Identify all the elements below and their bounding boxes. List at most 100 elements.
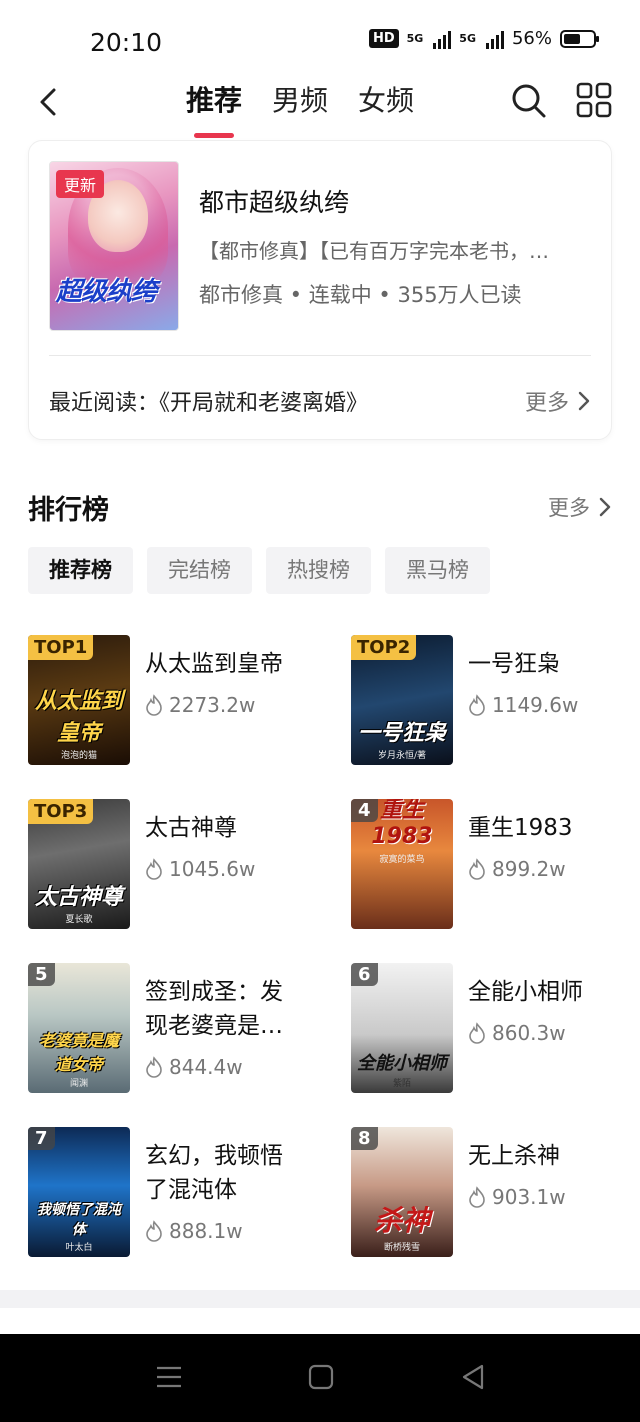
search-button[interactable] bbox=[510, 82, 548, 120]
recent-reading-link[interactable]: 最近阅读：《开局就和老婆离婚》 bbox=[49, 385, 368, 417]
flame-icon bbox=[146, 1220, 162, 1242]
cover-author-art: 夏长歌 bbox=[65, 915, 93, 925]
rank-badge: 5 bbox=[28, 963, 55, 986]
cover-author-art: 泡泡的猫 bbox=[60, 751, 97, 761]
heat-value: 888.1w bbox=[169, 1219, 243, 1243]
ranking-item[interactable]: 5 老婆竟是魔道女帝 闻渊 签到成圣：发现老婆竟是… 844.4w bbox=[28, 963, 328, 1093]
cover-author-art: 断桥残雪 bbox=[383, 1243, 420, 1253]
book-name[interactable]: 全能小相师 bbox=[468, 975, 628, 1009]
book-name[interactable]: 太古神尊 bbox=[145, 811, 305, 845]
tab-male[interactable]: 男频 bbox=[272, 82, 328, 132]
section-divider bbox=[0, 1290, 640, 1308]
flame-icon bbox=[469, 1186, 485, 1208]
back-button[interactable] bbox=[30, 82, 70, 122]
divider bbox=[49, 355, 591, 356]
network-type-2: 5G bbox=[459, 32, 476, 45]
top-navbar: 推荐 男频 女频 bbox=[0, 74, 640, 140]
flame-icon bbox=[146, 858, 162, 880]
signal-icon bbox=[485, 29, 504, 49]
continue-reading-card[interactable]: 更新 超级纨绔 都市超级纨绔 【都市修真】【已有百万字完本老书，… 都市修真 •… bbox=[28, 140, 612, 440]
book-name[interactable]: 重生1983 bbox=[468, 811, 628, 845]
recent-more-button[interactable]: 更多 bbox=[525, 385, 591, 417]
ranking-item[interactable]: TOP3 太古神尊 夏长歌 太古神尊 1045.6w bbox=[28, 799, 328, 929]
book-cover[interactable]: 6 全能小相师 紫陌 bbox=[351, 963, 453, 1093]
book-heat: 899.2w bbox=[468, 857, 566, 881]
book-name[interactable]: 从太监到皇帝 bbox=[145, 647, 305, 681]
book-name[interactable]: 无上杀神 bbox=[468, 1139, 628, 1173]
recent-apps-button[interactable] bbox=[154, 1362, 184, 1392]
home-square-icon bbox=[308, 1364, 334, 1390]
book-cover[interactable]: 7 我顿悟了混沌体 叶太白 bbox=[28, 1127, 130, 1257]
more-label: 更多 bbox=[548, 496, 590, 520]
rank-badge: 6 bbox=[351, 963, 378, 986]
featured-book-cover[interactable]: 更新 超级纨绔 bbox=[49, 161, 179, 331]
book-cover[interactable]: TOP2 一号狂枭 岁月永恒/著 bbox=[351, 635, 453, 765]
ranking-header: 排行榜 更多 bbox=[28, 488, 612, 528]
status-bar: 20:10 HD 5G 5G 56% bbox=[0, 0, 640, 74]
search-icon bbox=[512, 84, 546, 118]
battery-percent: 56% bbox=[511, 28, 552, 49]
chip-recommend[interactable]: 推荐榜 bbox=[28, 547, 133, 594]
featured-book-title[interactable]: 都市超级纨绔 bbox=[199, 183, 349, 219]
flame-icon bbox=[146, 1056, 162, 1078]
chip-dark-horse[interactable]: 黑马榜 bbox=[385, 547, 490, 594]
heat-value: 1045.6w bbox=[169, 857, 256, 881]
book-cover[interactable]: 8 杀神 断桥残雪 bbox=[351, 1127, 453, 1257]
heat-value: 2273.2w bbox=[169, 693, 256, 717]
book-name[interactable]: 一号狂枭 bbox=[468, 647, 628, 681]
cover-author-art: 岁月永恒/著 bbox=[377, 751, 427, 761]
ranking-item[interactable]: 7 我顿悟了混沌体 叶太白 玄幻，我顿悟了混沌体 888.1w bbox=[28, 1127, 328, 1257]
featured-book-description: 【都市修真】【已有百万字完本老书，… bbox=[199, 239, 549, 263]
cover-author-art: 寂寞的菜鸟 bbox=[379, 855, 425, 865]
ranking-item[interactable]: 8 杀神 断桥残雪 无上杀神 903.1w bbox=[351, 1127, 640, 1257]
heat-value: 903.1w bbox=[492, 1185, 566, 1209]
chevron-right-icon bbox=[599, 497, 611, 517]
book-heat: 903.1w bbox=[468, 1185, 566, 1209]
battery-level bbox=[564, 33, 580, 44]
tab-label: 推荐 bbox=[186, 84, 243, 117]
cover-title-art: 全能小相师 bbox=[357, 1053, 447, 1074]
book-heat: 1045.6w bbox=[145, 857, 255, 881]
tab-label: 女频 bbox=[358, 84, 415, 117]
book-cover[interactable]: TOP1 从太监到皇帝 泡泡的猫 bbox=[28, 635, 130, 765]
status-time: 20:10 bbox=[90, 28, 163, 57]
ranking-title: 排行榜 bbox=[28, 495, 109, 526]
category-grid-button[interactable] bbox=[576, 82, 612, 118]
home-button[interactable] bbox=[306, 1362, 336, 1392]
cover-title-art: 重生1983 bbox=[371, 799, 433, 849]
rank-badge: TOP1 bbox=[28, 635, 94, 660]
ranking-more-button[interactable]: 更多 bbox=[548, 492, 612, 522]
book-name[interactable]: 签到成圣：发现老婆竟是… bbox=[145, 975, 305, 1043]
tab-recommend[interactable]: 推荐 bbox=[186, 82, 243, 138]
system-back-button[interactable] bbox=[458, 1362, 488, 1392]
rank-badge: 7 bbox=[28, 1127, 55, 1150]
chip-completed[interactable]: 完结榜 bbox=[147, 547, 252, 594]
ranking-item[interactable]: TOP1 从太监到皇帝 泡泡的猫 从太监到皇帝 2273.2w bbox=[28, 635, 328, 765]
cover-title-art: 一号狂枭 bbox=[357, 721, 446, 746]
chevron-right-icon bbox=[578, 391, 590, 411]
cover-author-art: 闻渊 bbox=[69, 1079, 88, 1089]
network-type-1: 5G bbox=[406, 32, 424, 45]
ranking-item[interactable]: TOP2 一号狂枭 岁月永恒/著 一号狂枭 1149.6w bbox=[351, 635, 640, 765]
book-cover[interactable]: TOP3 太古神尊 夏长歌 bbox=[28, 799, 130, 929]
hd-icon: HD bbox=[368, 29, 399, 48]
book-name[interactable]: 玄幻，我顿悟了混沌体 bbox=[145, 1139, 305, 1207]
flame-icon bbox=[146, 694, 162, 716]
ranking-item[interactable]: 4 重生1983 寂寞的菜鸟 重生1983 899.2w bbox=[351, 799, 640, 929]
heat-value: 860.3w bbox=[492, 1021, 566, 1045]
book-cover[interactable]: 5 老婆竟是魔道女帝 闻渊 bbox=[28, 963, 130, 1093]
flame-icon bbox=[469, 694, 485, 716]
cover-title-art: 太古神尊 bbox=[34, 885, 123, 910]
category-tabs: 推荐 男频 女频 bbox=[186, 82, 414, 138]
book-heat: 888.1w bbox=[145, 1219, 243, 1243]
status-icons: HD 5G 5G 56% bbox=[368, 28, 599, 49]
cover-title-art: 超级纨绔 bbox=[56, 277, 157, 307]
featured-book-meta: 都市修真 • 连载中 • 355万人已读 bbox=[199, 283, 522, 307]
update-badge: 更新 bbox=[56, 170, 105, 198]
book-cover[interactable]: 4 重生1983 寂寞的菜鸟 bbox=[351, 799, 453, 929]
chip-hot-search[interactable]: 热搜榜 bbox=[266, 547, 371, 594]
ranking-item[interactable]: 6 全能小相师 紫陌 全能小相师 860.3w bbox=[351, 963, 640, 1093]
tab-female[interactable]: 女频 bbox=[358, 82, 414, 132]
tab-label: 男频 bbox=[272, 84, 329, 117]
flame-icon bbox=[469, 1022, 485, 1044]
